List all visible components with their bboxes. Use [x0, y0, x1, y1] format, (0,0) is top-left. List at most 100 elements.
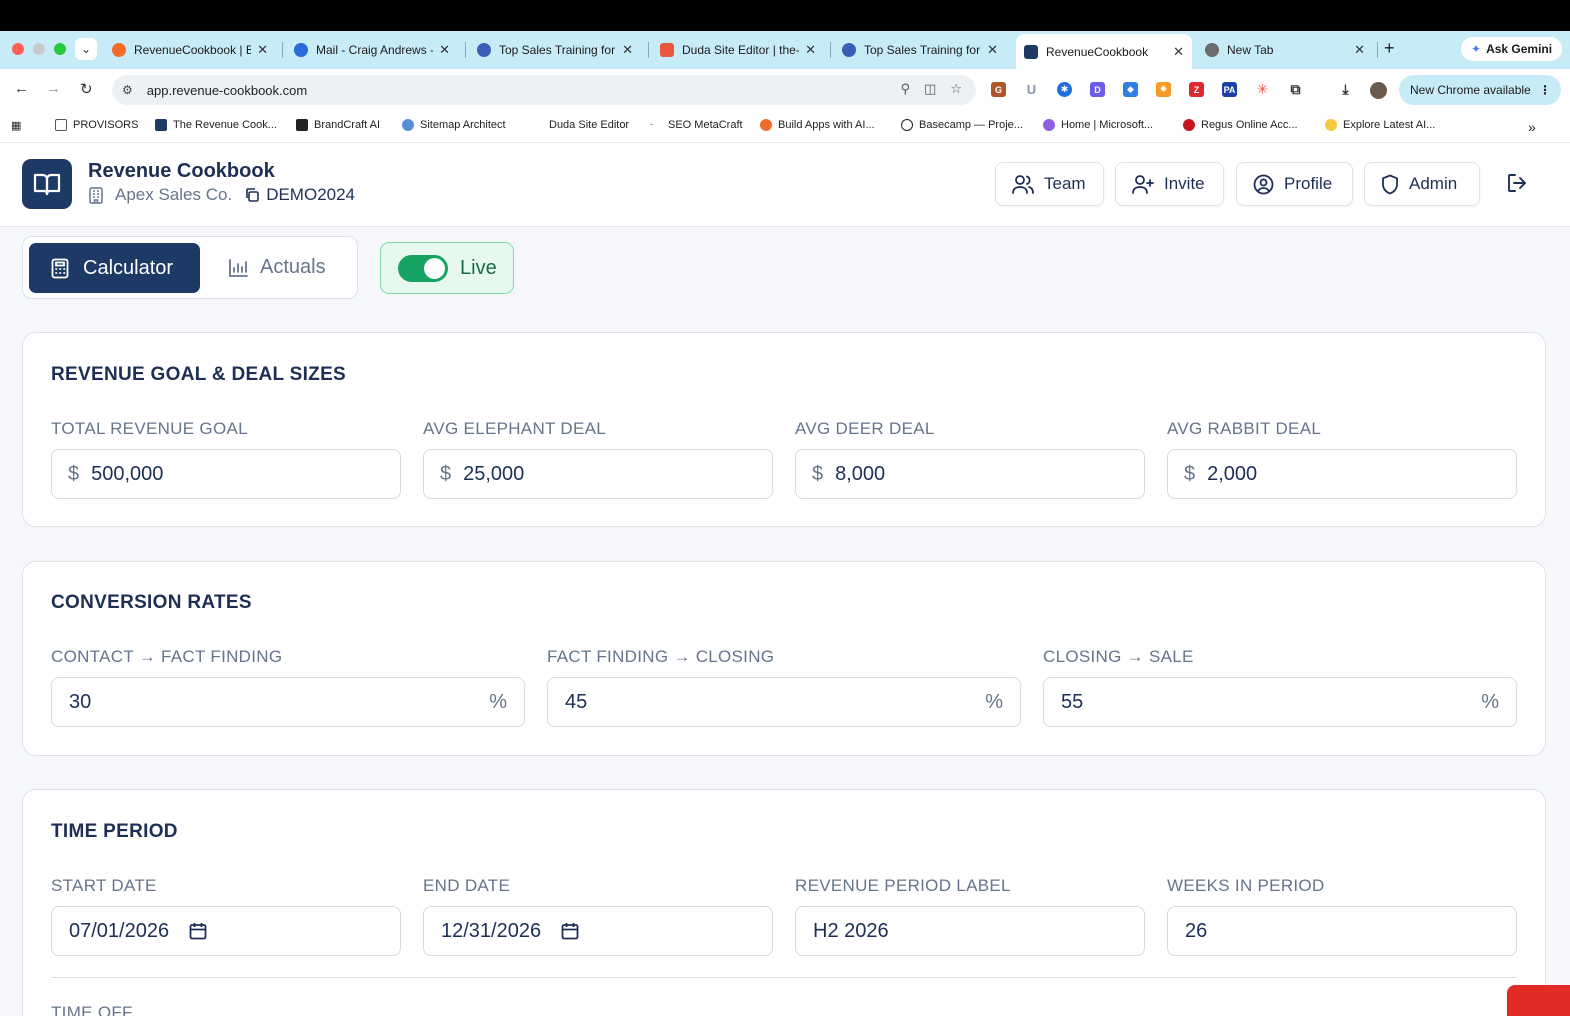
close-tab-icon[interactable]: ✕	[805, 42, 816, 58]
team-button[interactable]: Team	[995, 162, 1104, 206]
extension-u-icon[interactable]: U	[1024, 82, 1039, 97]
input-value[interactable]: 25,000	[463, 463, 524, 486]
end-date-input[interactable]: 12/31/2026	[423, 906, 773, 956]
close-tab-icon[interactable]: ✕	[1173, 44, 1184, 60]
closing-to-sale-input[interactable]: 55 %	[1043, 677, 1517, 727]
browser-tab[interactable]: Duda Site Editor | the- ✕	[652, 37, 824, 63]
close-tab-icon[interactable]: ✕	[257, 42, 268, 58]
invite-button[interactable]: Invite	[1115, 162, 1224, 206]
live-switch[interactable]	[398, 254, 448, 282]
bookmark-item[interactable]: BrandCraft AI	[296, 119, 380, 131]
close-tab-icon[interactable]: ✕	[439, 42, 450, 58]
input-value[interactable]: 12/31/2026	[441, 920, 541, 943]
live-toggle[interactable]: Live	[380, 242, 514, 294]
avg-elephant-deal-input[interactable]: $ 25,000	[423, 449, 773, 499]
bookmark-item[interactable]: Sitemap Architect	[402, 119, 506, 131]
close-window-button[interactable]	[12, 43, 24, 55]
back-arrow-icon[interactable]: ←	[14, 80, 29, 97]
new-chrome-available-button[interactable]: New Chrome available ⋮	[1399, 75, 1561, 105]
input-value[interactable]: H2 2026	[813, 920, 889, 943]
close-tab-icon[interactable]: ✕	[987, 42, 998, 58]
input-value[interactable]: 2,000	[1207, 463, 1257, 486]
input-value[interactable]: 45	[565, 691, 587, 714]
more-vert-icon[interactable]: ⋮	[1539, 83, 1551, 97]
avg-deer-deal-input[interactable]: $ 8,000	[795, 449, 1145, 499]
input-value[interactable]: 8,000	[835, 463, 885, 486]
bookmark-item[interactable]: Duda Site Editor	[531, 119, 629, 131]
input-value[interactable]: 500,000	[91, 463, 163, 486]
bookmark-item[interactable]: The Revenue Cook...	[155, 119, 277, 131]
site-info-icon[interactable]: ⚙	[122, 83, 133, 97]
new-tab-button[interactable]: +	[1384, 38, 1395, 59]
address-bar[interactable]: ⚙ app.revenue-cookbook.com ⚲ ◫ ☆	[112, 75, 976, 105]
browser-tab[interactable]: Top Sales Training for ✕	[469, 37, 641, 63]
tab-title: Duda Site Editor | the-	[682, 43, 800, 57]
revenue-period-label-input[interactable]: H2 2026	[795, 906, 1145, 956]
extensions-puzzle-icon[interactable]: ⧉	[1288, 81, 1303, 97]
tab-favicon-icon	[294, 43, 308, 57]
extension-d-icon[interactable]: D	[1090, 82, 1105, 97]
address-url[interactable]: app.revenue-cookbook.com	[147, 83, 307, 98]
bookmark-item[interactable]: Basecamp — Proje...	[901, 119, 1023, 131]
extension-flame-icon[interactable]: ✸	[1156, 82, 1171, 97]
bookmark-item[interactable]: Regus Online Acc...	[1183, 119, 1298, 131]
profile-button[interactable]: Profile	[1236, 162, 1353, 206]
bookmark-item[interactable]: Explore Latest AI...	[1325, 119, 1435, 131]
browser-tab[interactable]: Top Sales Training for ✕	[834, 37, 1006, 63]
copy-icon[interactable]	[244, 187, 260, 203]
ask-gemini-button[interactable]: ✦ Ask Gemini	[1461, 37, 1563, 61]
end-date-label: END DATE	[423, 876, 511, 895]
tab-title: Top Sales Training for	[864, 43, 981, 57]
browser-tab[interactable]: New Tab ✕	[1197, 37, 1373, 63]
browser-tab-active[interactable]: RevenueCookbook ✕	[1016, 34, 1192, 69]
more-bookmarks-icon[interactable]: »	[1528, 119, 1536, 135]
browser-tab[interactable]: RevenueCookbook | Ba ✕	[104, 37, 276, 63]
bookmark-item[interactable]: PROVISORS	[55, 119, 138, 131]
floating-action-button[interactable]	[1507, 985, 1570, 1016]
bookmark-item[interactable]: - SEO MetaCraft	[650, 119, 743, 131]
input-value[interactable]: 26	[1185, 920, 1207, 943]
extension-asterisk-icon[interactable]: ✳	[1255, 81, 1270, 97]
input-value[interactable]: 07/01/2026	[69, 920, 169, 943]
input-value[interactable]: 30	[69, 691, 91, 714]
install-app-icon[interactable]: ◫	[924, 81, 936, 97]
reload-icon[interactable]: ↻	[80, 80, 93, 98]
zoom-icon[interactable]: ⚲	[901, 81, 911, 97]
browser-tab[interactable]: Mail - Craig Andrews - ✕	[286, 37, 458, 63]
forward-arrow-icon[interactable]: →	[46, 80, 61, 97]
weeks-in-period-input[interactable]: 26	[1167, 906, 1517, 956]
profile-avatar[interactable]	[1370, 82, 1387, 99]
maximize-window-button[interactable]	[54, 43, 66, 55]
logout-button[interactable]	[1506, 172, 1528, 199]
avg-rabbit-deal-input[interactable]: $ 2,000	[1167, 449, 1517, 499]
admin-button[interactable]: Admin	[1364, 162, 1480, 206]
extension-z-icon[interactable]: Z	[1189, 82, 1204, 97]
calendar-icon[interactable]	[189, 922, 207, 940]
extension-tag-icon[interactable]: ◆	[1123, 82, 1138, 97]
bookmark-item[interactable]: Home | Microsoft...	[1043, 119, 1153, 131]
close-tab-icon[interactable]: ✕	[1354, 42, 1365, 58]
calendar-icon[interactable]	[561, 922, 579, 940]
bookmark-star-icon[interactable]: ☆	[950, 81, 962, 97]
extension-pa-icon[interactable]: PA	[1222, 82, 1237, 97]
tab-title: New Tab	[1227, 43, 1274, 57]
extension-g-icon[interactable]: G	[991, 82, 1006, 97]
bookmark-item[interactable]: Build Apps with AI...	[760, 119, 875, 131]
minimize-window-button[interactable]	[33, 43, 45, 55]
tab-actuals-label: Actuals	[260, 256, 326, 278]
fact-finding-to-closing-label: FACT FINDING → CLOSING	[547, 647, 775, 666]
extension-badge-icon[interactable]: ✱	[1057, 82, 1072, 97]
workspace-code[interactable]: DEMO2024	[266, 185, 355, 205]
tab-search-button[interactable]: ⌄	[75, 38, 97, 60]
shield-icon	[1382, 174, 1398, 194]
downloads-icon[interactable]: ⤓	[1338, 81, 1353, 97]
contact-to-fact-finding-input[interactable]: 30 %	[51, 677, 525, 727]
start-date-input[interactable]: 07/01/2026	[51, 906, 401, 956]
input-value[interactable]: 55	[1061, 691, 1083, 714]
close-tab-icon[interactable]: ✕	[622, 42, 633, 58]
fact-finding-to-closing-input[interactable]: 45 %	[547, 677, 1021, 727]
total-revenue-goal-input[interactable]: $ 500,000	[51, 449, 401, 499]
tab-actuals[interactable]: Actuals	[228, 256, 326, 279]
apps-grid-icon[interactable]: ▦	[11, 119, 21, 132]
tab-calculator[interactable]: Calculator	[29, 243, 200, 293]
